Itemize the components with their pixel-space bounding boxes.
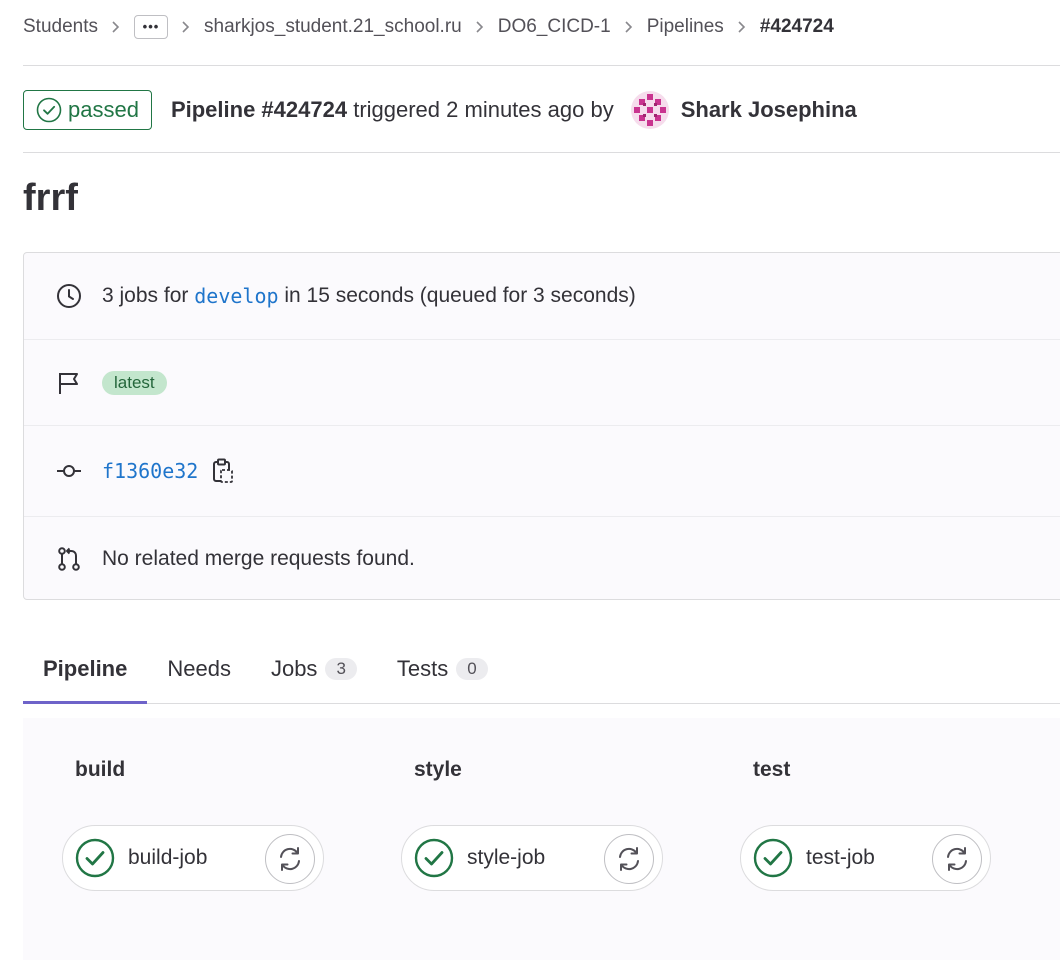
clock-icon <box>56 283 82 309</box>
stage-title: build <box>75 758 126 781</box>
tab-label: Jobs <box>270 656 318 681</box>
commit-row: f1360e32 <box>24 426 1060 516</box>
avatar[interactable] <box>630 91 669 129</box>
flag-icon <box>56 370 82 396</box>
tab-label: Tests <box>396 656 449 681</box>
pipeline-info-card: 3 jobs for develop in 15 seconds (queued… <box>23 252 1060 600</box>
chevron-right-icon <box>737 20 747 34</box>
chevron-right-icon <box>111 20 121 34</box>
job-build[interactable]: build-job <box>62 825 324 891</box>
breadcrumb: Students ••• sharkjos_student.21_school.… <box>23 0 834 53</box>
retry-icon[interactable] <box>265 834 315 884</box>
divider <box>23 65 1060 66</box>
job-name: style-job <box>467 846 546 869</box>
breadcrumb-students[interactable]: Students <box>23 16 98 38</box>
tab-label: Pipeline <box>43 656 128 681</box>
job-name: build-job <box>128 846 208 869</box>
breadcrumb-current-pipeline[interactable]: #424724 <box>760 16 834 38</box>
jobs-prefix: 3 jobs for <box>102 284 189 307</box>
merge-request-row: No related merge requests found. <box>24 517 1060 601</box>
copy-to-clipboard-icon[interactable] <box>212 458 234 484</box>
job-test[interactable]: test-job <box>740 825 991 891</box>
pipeline-tabs: Pipeline Needs Jobs 3 Tests 0 <box>23 636 1060 704</box>
stage-title: style <box>414 758 462 781</box>
pipeline-graph: build build-job style style-job test tes… <box>23 718 1060 960</box>
tab-jobs[interactable]: Jobs 3 <box>251 636 377 702</box>
check-circle-icon <box>414 838 454 878</box>
duration-row: 3 jobs for develop in 15 seconds (queued… <box>24 253 1060 339</box>
jobs-count-badge: 3 <box>325 658 357 680</box>
divider <box>23 152 1060 153</box>
duration-text: in 15 seconds (queued for 3 seconds) <box>284 284 636 307</box>
check-circle-icon <box>75 838 115 878</box>
retry-icon[interactable] <box>604 834 654 884</box>
tab-needs[interactable]: Needs <box>147 636 251 702</box>
pipeline-id: Pipeline #424724 <box>170 97 348 122</box>
job-style[interactable]: style-job <box>401 825 663 891</box>
status-label: passed <box>68 97 139 122</box>
latest-tag: latest <box>102 370 167 395</box>
status-badge[interactable]: passed <box>23 90 152 130</box>
merge-requests-text: No related merge requests found. <box>102 547 415 570</box>
tab-pipeline[interactable]: Pipeline <box>23 636 148 704</box>
author-name[interactable]: Shark Josephina <box>681 97 857 123</box>
breadcrumb-more-button[interactable]: ••• <box>134 14 168 39</box>
tab-label: Needs <box>167 656 231 681</box>
triggered-text: triggered 2 minutes ago by <box>353 97 614 122</box>
tab-tests[interactable]: Tests 0 <box>377 636 508 702</box>
check-circle-icon <box>36 97 62 123</box>
stage-title: test <box>753 758 791 781</box>
merge-request-icon <box>56 546 82 572</box>
check-circle-icon <box>753 838 793 878</box>
tag-row: latest <box>24 340 1060 425</box>
chevron-right-icon <box>624 20 634 34</box>
retry-icon[interactable] <box>932 834 982 884</box>
pipeline-header: passed Pipeline #424724 triggered 2 minu… <box>23 89 857 131</box>
page-title: frrf <box>23 177 78 219</box>
breadcrumb-pipelines[interactable]: Pipelines <box>647 16 724 38</box>
commit-icon <box>56 458 82 484</box>
branch-link[interactable]: develop <box>194 284 278 308</box>
commit-sha-link[interactable]: f1360e32 <box>102 459 198 483</box>
job-name: test-job <box>806 846 875 869</box>
breadcrumb-group[interactable]: sharkjos_student.21_school.ru <box>204 16 462 38</box>
tests-count-badge: 0 <box>456 658 488 680</box>
breadcrumb-project[interactable]: DO6_CICD-1 <box>498 16 611 38</box>
chevron-right-icon <box>181 20 191 34</box>
chevron-right-icon <box>475 20 485 34</box>
pipeline-summary: Pipeline #424724 triggered 2 minutes ago… <box>171 97 614 123</box>
